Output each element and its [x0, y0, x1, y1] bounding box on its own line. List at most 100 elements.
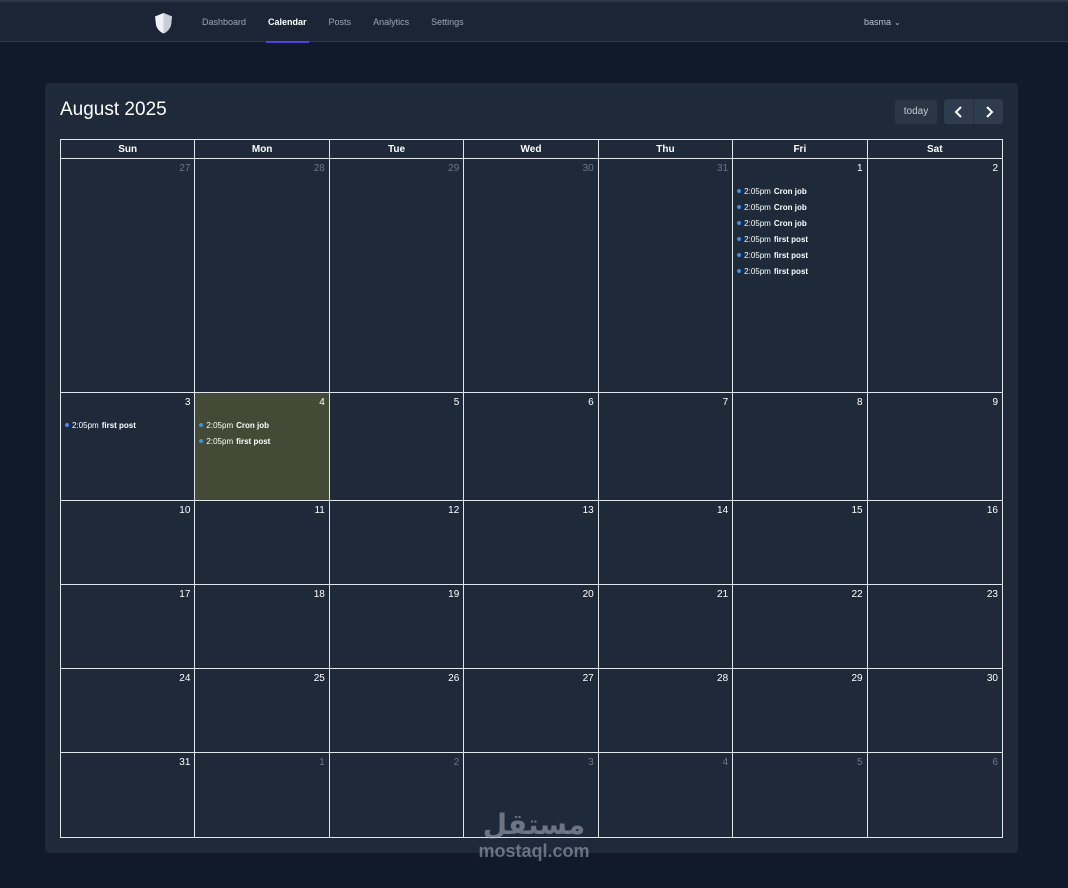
shield-logo-icon[interactable]	[154, 12, 173, 34]
day-number[interactable]: 26	[448, 673, 459, 684]
day-number[interactable]: 21	[717, 589, 728, 600]
day-cell[interactable]: 30	[867, 669, 1002, 753]
nav-analytics[interactable]: Analytics	[367, 2, 415, 42]
calendar-event[interactable]: 2:05pm first post	[737, 231, 864, 247]
day-cell[interactable]: 2	[330, 753, 465, 837]
day-number[interactable]: 25	[314, 673, 325, 684]
day-cell[interactable]: 18	[195, 585, 330, 669]
day-number[interactable]: 6	[588, 397, 594, 408]
day-cell[interactable]: 20	[464, 585, 599, 669]
day-cell[interactable]: 9	[867, 393, 1002, 501]
day-number[interactable]: 3	[185, 397, 191, 408]
day-cell[interactable]: 1	[195, 753, 330, 837]
day-cell[interactable]: 5	[733, 753, 868, 837]
day-cell[interactable]: 23	[867, 585, 1002, 669]
prev-month-button[interactable]	[944, 99, 973, 124]
day-number[interactable]: 10	[179, 505, 190, 516]
user-menu[interactable]: basma ⌄	[864, 2, 901, 43]
day-cell[interactable]: 2	[867, 159, 1002, 393]
day-cell[interactable]: 7	[598, 393, 734, 501]
day-cell[interactable]: 26	[329, 669, 465, 753]
day-cell[interactable]: 10	[61, 501, 196, 585]
day-number[interactable]: 27	[179, 163, 190, 174]
day-number[interactable]: 27	[583, 673, 594, 684]
day-number[interactable]: 29	[448, 163, 459, 174]
calendar-event[interactable]: 2:05pm first post	[737, 247, 864, 263]
day-number[interactable]: 1	[319, 757, 325, 768]
nav-calendar[interactable]: Calendar	[262, 2, 313, 43]
day-cell-today[interactable]: 4 2:05pm Cron job 2:05pm first post	[195, 393, 330, 501]
day-number[interactable]: 2	[992, 163, 998, 174]
calendar-event[interactable]: 2:05pm Cron job	[199, 417, 326, 433]
day-cell[interactable]: 24	[61, 669, 196, 753]
day-number[interactable]: 22	[851, 589, 862, 600]
day-number[interactable]: 17	[179, 589, 190, 600]
day-number[interactable]: 28	[314, 163, 325, 174]
day-cell[interactable]: 12	[329, 501, 465, 585]
day-cell[interactable]: 4	[599, 753, 734, 837]
day-number[interactable]: 8	[857, 397, 863, 408]
calendar-event[interactable]: 2:05pm first post	[65, 417, 192, 433]
day-cell[interactable]: 3	[464, 753, 599, 837]
day-cell[interactable]: 25	[195, 669, 330, 753]
day-number[interactable]: 2	[454, 757, 460, 768]
day-number[interactable]: 1	[857, 163, 863, 174]
day-number[interactable]: 14	[717, 505, 728, 516]
day-cell[interactable]: 3 2:05pm first post	[61, 393, 196, 501]
day-cell[interactable]: 17	[61, 585, 196, 669]
day-cell[interactable]: 6	[464, 393, 599, 501]
day-cell[interactable]: 31	[61, 753, 196, 837]
day-cell[interactable]: 19	[329, 585, 465, 669]
calendar-event[interactable]: 2:05pm Cron job	[737, 199, 864, 215]
day-number[interactable]: 5	[857, 757, 863, 768]
day-cell[interactable]: 29	[329, 159, 465, 393]
day-cell[interactable]: 28	[195, 159, 330, 393]
day-number[interactable]: 15	[851, 505, 862, 516]
day-number[interactable]: 13	[583, 505, 594, 516]
day-cell[interactable]: 1 2:05pm Cron job 2:05pm Cron job 2:05pm Cron …	[733, 159, 868, 393]
day-cell[interactable]: 29	[733, 669, 868, 753]
day-cell[interactable]: 27	[61, 159, 196, 393]
day-cell[interactable]: 30	[464, 159, 599, 393]
day-cell[interactable]: 5	[329, 393, 465, 501]
day-cell[interactable]: 27	[464, 669, 599, 753]
day-number[interactable]: 12	[448, 505, 459, 516]
day-number[interactable]: 18	[314, 589, 325, 600]
day-cell[interactable]: 14	[598, 501, 734, 585]
day-number[interactable]: 30	[583, 163, 594, 174]
day-number[interactable]: 5	[454, 397, 460, 408]
day-number[interactable]: 20	[583, 589, 594, 600]
day-cell[interactable]: 28	[598, 669, 734, 753]
day-number[interactable]: 28	[717, 673, 728, 684]
day-cell[interactable]: 31	[598, 159, 734, 393]
calendar-event[interactable]: 2:05pm Cron job	[737, 215, 864, 231]
day-number[interactable]: 11	[314, 505, 324, 516]
day-cell[interactable]: 8	[733, 393, 868, 501]
day-cell[interactable]: 11	[195, 501, 330, 585]
calendar-event[interactable]: 2:05pm first post	[737, 263, 864, 279]
day-number[interactable]: 9	[992, 397, 998, 408]
nav-posts[interactable]: Posts	[323, 2, 358, 42]
today-button[interactable]: today	[895, 100, 937, 124]
calendar-event[interactable]: 2:05pm Cron job	[737, 183, 864, 199]
day-cell[interactable]: 13	[464, 501, 599, 585]
nav-settings[interactable]: Settings	[425, 2, 470, 42]
day-number[interactable]: 3	[588, 757, 594, 768]
day-number[interactable]: 4	[319, 397, 325, 408]
day-number[interactable]: 6	[992, 757, 998, 768]
calendar-event[interactable]: 2:05pm first post	[199, 433, 326, 449]
day-number[interactable]: 4	[723, 757, 729, 768]
day-number[interactable]: 16	[987, 505, 998, 516]
day-cell[interactable]: 15	[733, 501, 868, 585]
day-cell[interactable]: 16	[867, 501, 1002, 585]
day-number[interactable]: 29	[851, 673, 862, 684]
day-number[interactable]: 19	[448, 589, 459, 600]
next-month-button[interactable]	[973, 99, 1003, 124]
day-cell[interactable]: 22	[733, 585, 868, 669]
day-number[interactable]: 31	[179, 757, 190, 768]
day-number[interactable]: 24	[179, 673, 190, 684]
day-cell[interactable]: 6	[868, 753, 1002, 837]
day-cell[interactable]: 21	[598, 585, 734, 669]
day-number[interactable]: 30	[987, 673, 998, 684]
day-number[interactable]: 7	[723, 397, 729, 408]
